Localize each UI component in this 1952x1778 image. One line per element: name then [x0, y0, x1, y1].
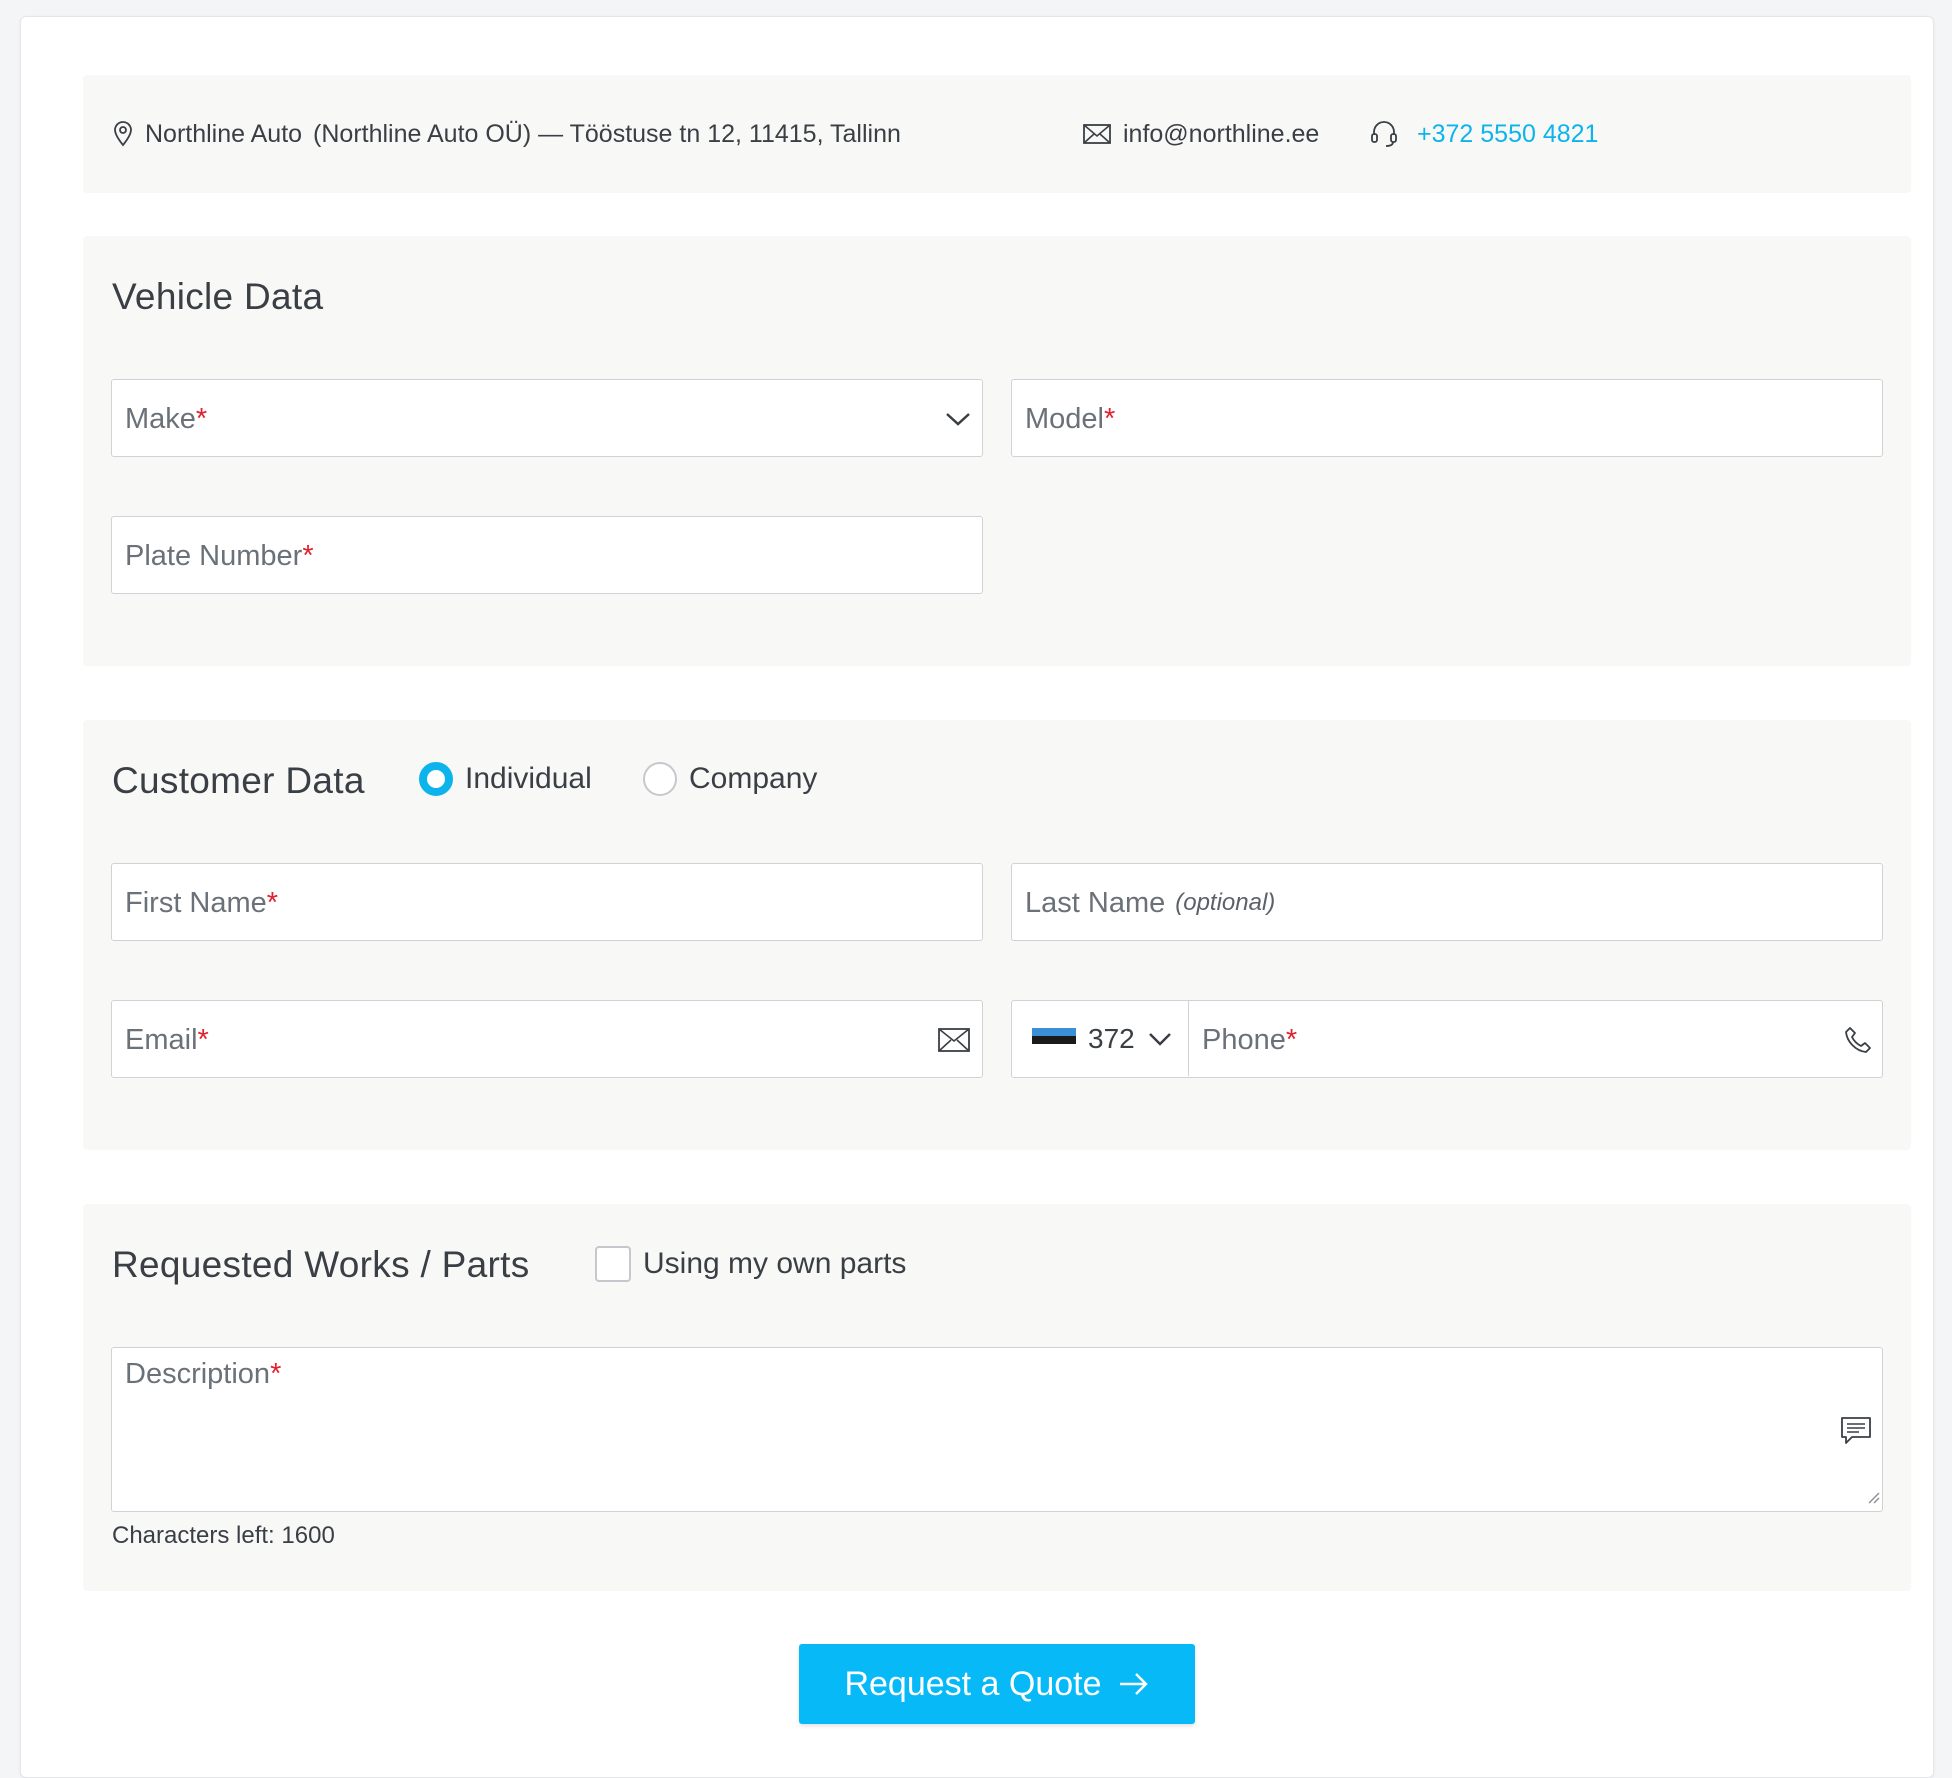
first-name-input[interactable]: First Name *: [111, 863, 983, 941]
comment-icon: [1840, 1416, 1872, 1451]
customer-data-section: Customer Data Individual Company First N…: [83, 720, 1911, 1150]
radio-company-label: Company: [689, 762, 818, 795]
contact-phone-link[interactable]: +372 5550 4821: [1417, 120, 1598, 149]
location-pin-icon: [114, 121, 132, 147]
chevron-down-icon: [944, 380, 972, 458]
customer-data-title: Customer Data: [112, 760, 365, 801]
chevron-down-icon: [1148, 1032, 1171, 1046]
envelope-icon: [1083, 124, 1111, 144]
company-address: (Northline Auto OÜ) — Tööstuse tn 12, 11…: [313, 119, 901, 148]
radio-individual[interactable]: Individual: [419, 762, 592, 796]
company-name: Northline Auto: [145, 119, 303, 148]
radio-company-indicator[interactable]: [643, 762, 677, 796]
make-select[interactable]: Make *: [111, 379, 983, 457]
phone-info: +372 5550 4821: [1369, 75, 1598, 193]
own-parts-checkbox-indicator[interactable]: [595, 1246, 631, 1282]
radio-individual-label: Individual: [465, 762, 592, 795]
last-name-placeholder: Last Name (optional): [1025, 886, 1276, 919]
last-name-input[interactable]: Last Name (optional): [1011, 863, 1883, 941]
estonia-flag-icon: [1032, 1027, 1076, 1050]
request-quote-button[interactable]: Request a Quote: [799, 1644, 1195, 1724]
email-input[interactable]: Email *: [111, 1000, 983, 1078]
model-placeholder: Model *: [1025, 402, 1116, 435]
plate-number-input[interactable]: Plate Number *: [111, 516, 983, 594]
request-quote-label: Request a Quote: [844, 1664, 1102, 1703]
country-code-select[interactable]: 372: [1012, 1001, 1189, 1076]
radio-individual-indicator[interactable]: [419, 762, 453, 796]
email-placeholder: Email *: [125, 1023, 209, 1056]
requested-works-title: Requested Works / Parts: [112, 1244, 530, 1285]
phone-input[interactable]: Phone *: [1202, 1001, 1297, 1079]
radio-company[interactable]: Company: [643, 762, 817, 796]
own-parts-label: Using my own parts: [643, 1247, 907, 1280]
phone-icon: [1844, 1001, 1872, 1079]
requested-works-section: Requested Works / Parts Using my own par…: [83, 1204, 1911, 1591]
make-placeholder: Make *: [125, 402, 208, 435]
description-textarea[interactable]: Description *: [111, 1347, 1883, 1512]
contact-email[interactable]: info@northline.ee: [1123, 120, 1319, 149]
country-code-value: 372: [1088, 1022, 1135, 1054]
headset-icon: [1371, 121, 1397, 147]
form-card: Northline Auto (Northline Auto OÜ) — Töö…: [20, 16, 1934, 1778]
address-info: Northline Auto (Northline Auto OÜ) — Töö…: [113, 75, 901, 193]
contact-info-bar: Northline Auto (Northline Auto OÜ) — Töö…: [83, 75, 1911, 193]
plate-number-placeholder: Plate Number *: [125, 539, 314, 572]
first-name-placeholder: First Name *: [125, 886, 279, 919]
characters-left-counter: Characters left: 1600: [112, 1522, 335, 1549]
arrow-right-icon: [1119, 1673, 1148, 1695]
envelope-icon: [938, 1001, 970, 1079]
own-parts-checkbox[interactable]: Using my own parts: [595, 1246, 906, 1282]
email-info: info@northline.ee: [1083, 75, 1319, 193]
model-input[interactable]: Model *: [1011, 379, 1883, 457]
optional-hint: (optional): [1175, 889, 1276, 916]
vehicle-data-section: Vehicle Data Make * Model * Plate Number *: [83, 236, 1911, 666]
resize-handle-icon[interactable]: [1866, 1490, 1880, 1509]
description-placeholder: Description *: [125, 1358, 282, 1390]
vehicle-data-title: Vehicle Data: [112, 276, 324, 317]
phone-field: 372 Phone *: [1011, 1000, 1883, 1078]
